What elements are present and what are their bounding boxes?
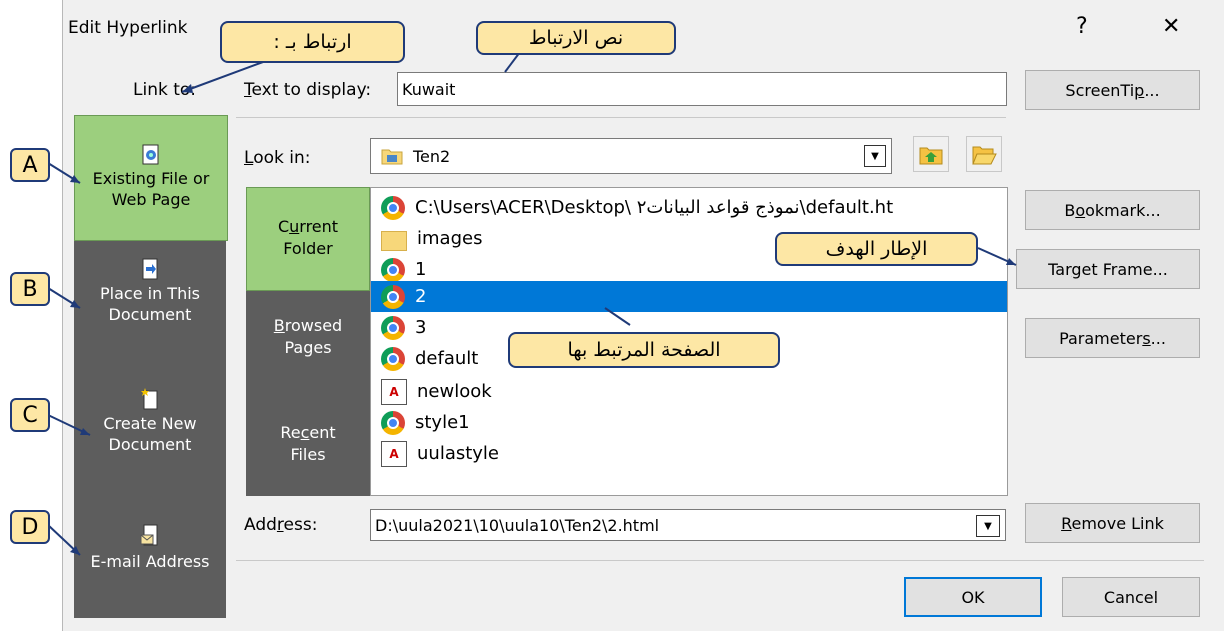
letter-tag-a: A	[10, 148, 50, 182]
callout-link-text: نص الارتباط	[476, 21, 676, 55]
annotation-arrows	[47, 51, 1017, 556]
callout-target-frame: الإطار الهدف	[775, 232, 978, 266]
letter-tag-b: B	[10, 272, 50, 306]
letter-tag-c: C	[10, 398, 50, 432]
callout-link-to: ارتباط بـ :	[220, 21, 405, 63]
letter-tag-d: D	[10, 510, 50, 544]
callout-linked-page: الصفحة المرتبط بها	[508, 332, 780, 368]
